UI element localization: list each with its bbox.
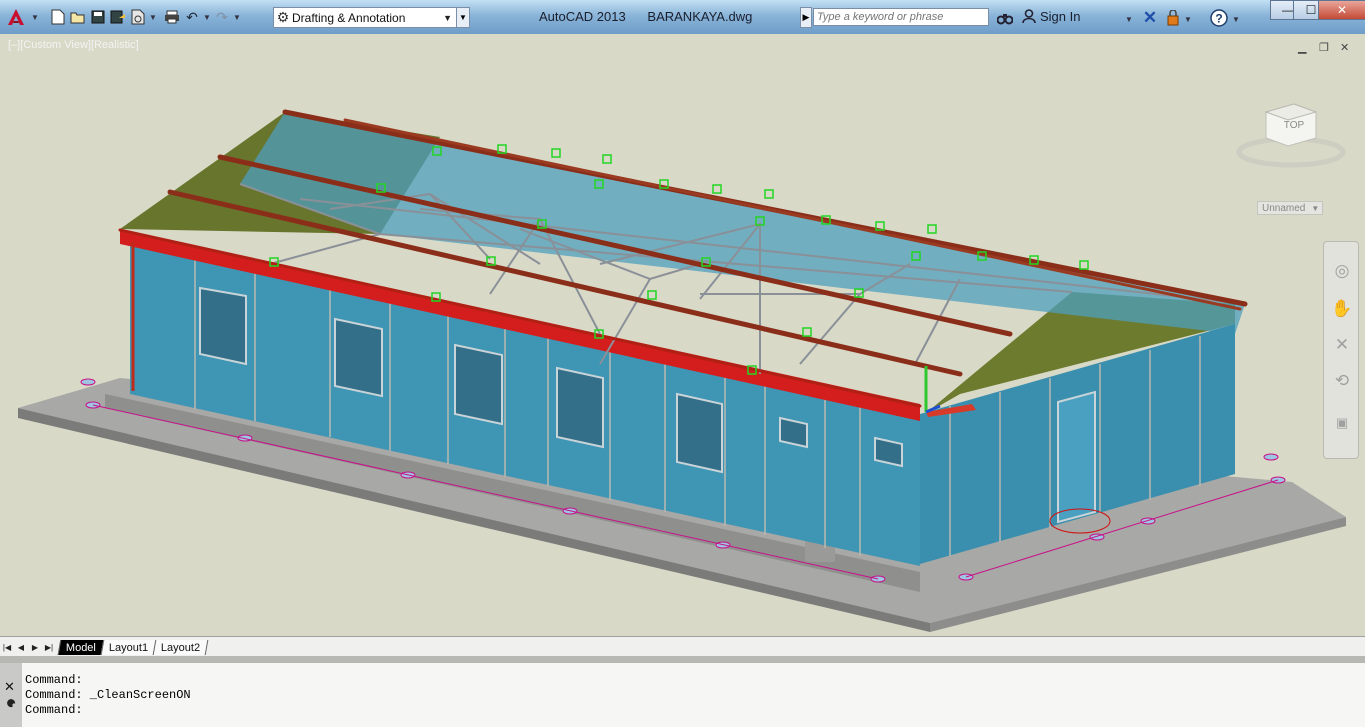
search-input[interactable]: [813, 8, 989, 26]
tab-layout2[interactable]: Layout2: [152, 639, 209, 655]
plot-preview-icon[interactable]: [128, 7, 148, 27]
viewport-minimize-icon[interactable]: ▁: [1298, 41, 1306, 54]
app-menu-dropdown-icon[interactable]: ▼: [30, 7, 40, 27]
close-icon[interactable]: ✕: [4, 679, 15, 695]
file-name: BARANKAYA.dwg: [647, 9, 753, 24]
tab-model-label: Model: [66, 641, 96, 653]
title-bar: ▼ ▼ ↶ ▼ ↷ ▼ ⚙ Drafting & Annotation ▼ ▼ …: [0, 0, 1365, 34]
new-icon[interactable]: [48, 7, 68, 27]
viewcube[interactable]: TOP: [1236, 100, 1346, 170]
next-tab-icon[interactable]: ▶: [28, 640, 42, 654]
gear-icon: ⚙: [276, 9, 290, 25]
model-viewport[interactable]: [–][Custom View][Realistic] ▁ ❐ ✕ TOP Un…: [0, 34, 1365, 636]
undo-icon[interactable]: ↶: [182, 7, 202, 27]
exchange-icon[interactable]: ✕: [1140, 8, 1160, 28]
drawing-canvas[interactable]: [0, 34, 1365, 636]
sign-in-button[interactable]: Sign In: [1022, 9, 1080, 26]
help-icon[interactable]: ?: [1209, 8, 1229, 28]
print-icon[interactable]: [162, 7, 182, 27]
first-tab-icon[interactable]: |◀: [0, 640, 14, 654]
tab-model[interactable]: Model: [57, 639, 105, 655]
window-title: AutoCAD 2013 BARANKAYA.dwg: [539, 9, 752, 24]
command-prompt[interactable]: Command:: [25, 703, 83, 717]
sign-in-label: Sign In: [1040, 9, 1081, 24]
search-expand-button[interactable]: ▶: [800, 7, 812, 28]
binoculars-icon[interactable]: [995, 8, 1015, 28]
viewport-restore-icon[interactable]: ❐: [1319, 41, 1329, 54]
pan-icon[interactable]: ✋: [1331, 298, 1353, 320]
a360-dropdown-icon[interactable]: ▼: [1183, 9, 1193, 29]
redo-dropdown-icon[interactable]: ▼: [232, 7, 242, 27]
help-dropdown-icon[interactable]: ▼: [1231, 9, 1241, 29]
sign-in-dropdown-icon[interactable]: ▼: [1124, 9, 1134, 29]
viewcube-face-label: TOP: [1284, 120, 1305, 131]
redo-icon[interactable]: ↷: [212, 7, 232, 27]
orbit-icon[interactable]: ⟲: [1331, 370, 1353, 392]
autodesk-360-icon[interactable]: [1163, 8, 1183, 28]
layout-tab-bar: |◀ ◀ ▶ ▶| Model Layout1 Layout2: [0, 636, 1365, 657]
app-name: AutoCAD 2013: [539, 9, 626, 24]
wrench-icon[interactable]: [3, 699, 19, 718]
help-label: ?: [1215, 12, 1222, 26]
last-tab-icon[interactable]: ▶|: [42, 640, 56, 654]
open-icon[interactable]: [68, 7, 88, 27]
workspace-switcher[interactable]: ⚙ Drafting & Annotation ▼: [273, 7, 457, 28]
close-button[interactable]: ✕: [1318, 0, 1365, 20]
autocad-logo-icon[interactable]: [2, 7, 30, 27]
command-history-line: Command:: [25, 673, 83, 687]
steering-wheel-icon[interactable]: ◎: [1331, 260, 1353, 282]
command-line-window[interactable]: ✕ Command: Command: _CleanScreenON Comma…: [0, 663, 1365, 727]
zoom-icon[interactable]: ✕: [1331, 334, 1353, 356]
chevron-down-icon: ▼: [1311, 203, 1320, 213]
prev-tab-icon[interactable]: ◀: [14, 640, 28, 654]
viewport-label[interactable]: [–][Custom View][Realistic]: [8, 39, 139, 51]
command-history-line: Command: _CleanScreenON: [25, 688, 191, 702]
tab-layout2-label: Layout2: [161, 641, 201, 653]
tab-layout1-label: Layout1: [108, 641, 149, 653]
navigation-bar: ◎ ✋ ✕ ⟲ ▣: [1323, 241, 1359, 459]
named-view-dropdown[interactable]: Unnamed ▼: [1257, 201, 1323, 215]
undo-dropdown-icon[interactable]: ▼: [202, 7, 212, 27]
save-icon[interactable]: [88, 7, 108, 27]
showmotion-icon[interactable]: ▣: [1331, 412, 1353, 434]
named-view-label: Unnamed: [1262, 202, 1306, 214]
plot-dropdown-icon[interactable]: ▼: [148, 7, 158, 27]
tab-layout1[interactable]: Layout1: [100, 639, 157, 655]
end-wall-door: [1057, 390, 1096, 524]
chevron-down-icon: ▼: [443, 12, 452, 23]
command-line-handle[interactable]: ✕: [0, 663, 22, 727]
viewport-close-icon[interactable]: ✕: [1340, 41, 1349, 54]
workspace-label: Drafting & Annotation: [292, 10, 406, 25]
user-icon: [1022, 9, 1036, 26]
quick-access-toolbar: ▼ ▼ ↶ ▼ ↷ ▼: [2, 6, 242, 28]
customize-qat-button[interactable]: ▼: [456, 7, 470, 28]
save-as-icon[interactable]: [108, 7, 128, 27]
command-line-splitter[interactable]: [0, 656, 1365, 663]
